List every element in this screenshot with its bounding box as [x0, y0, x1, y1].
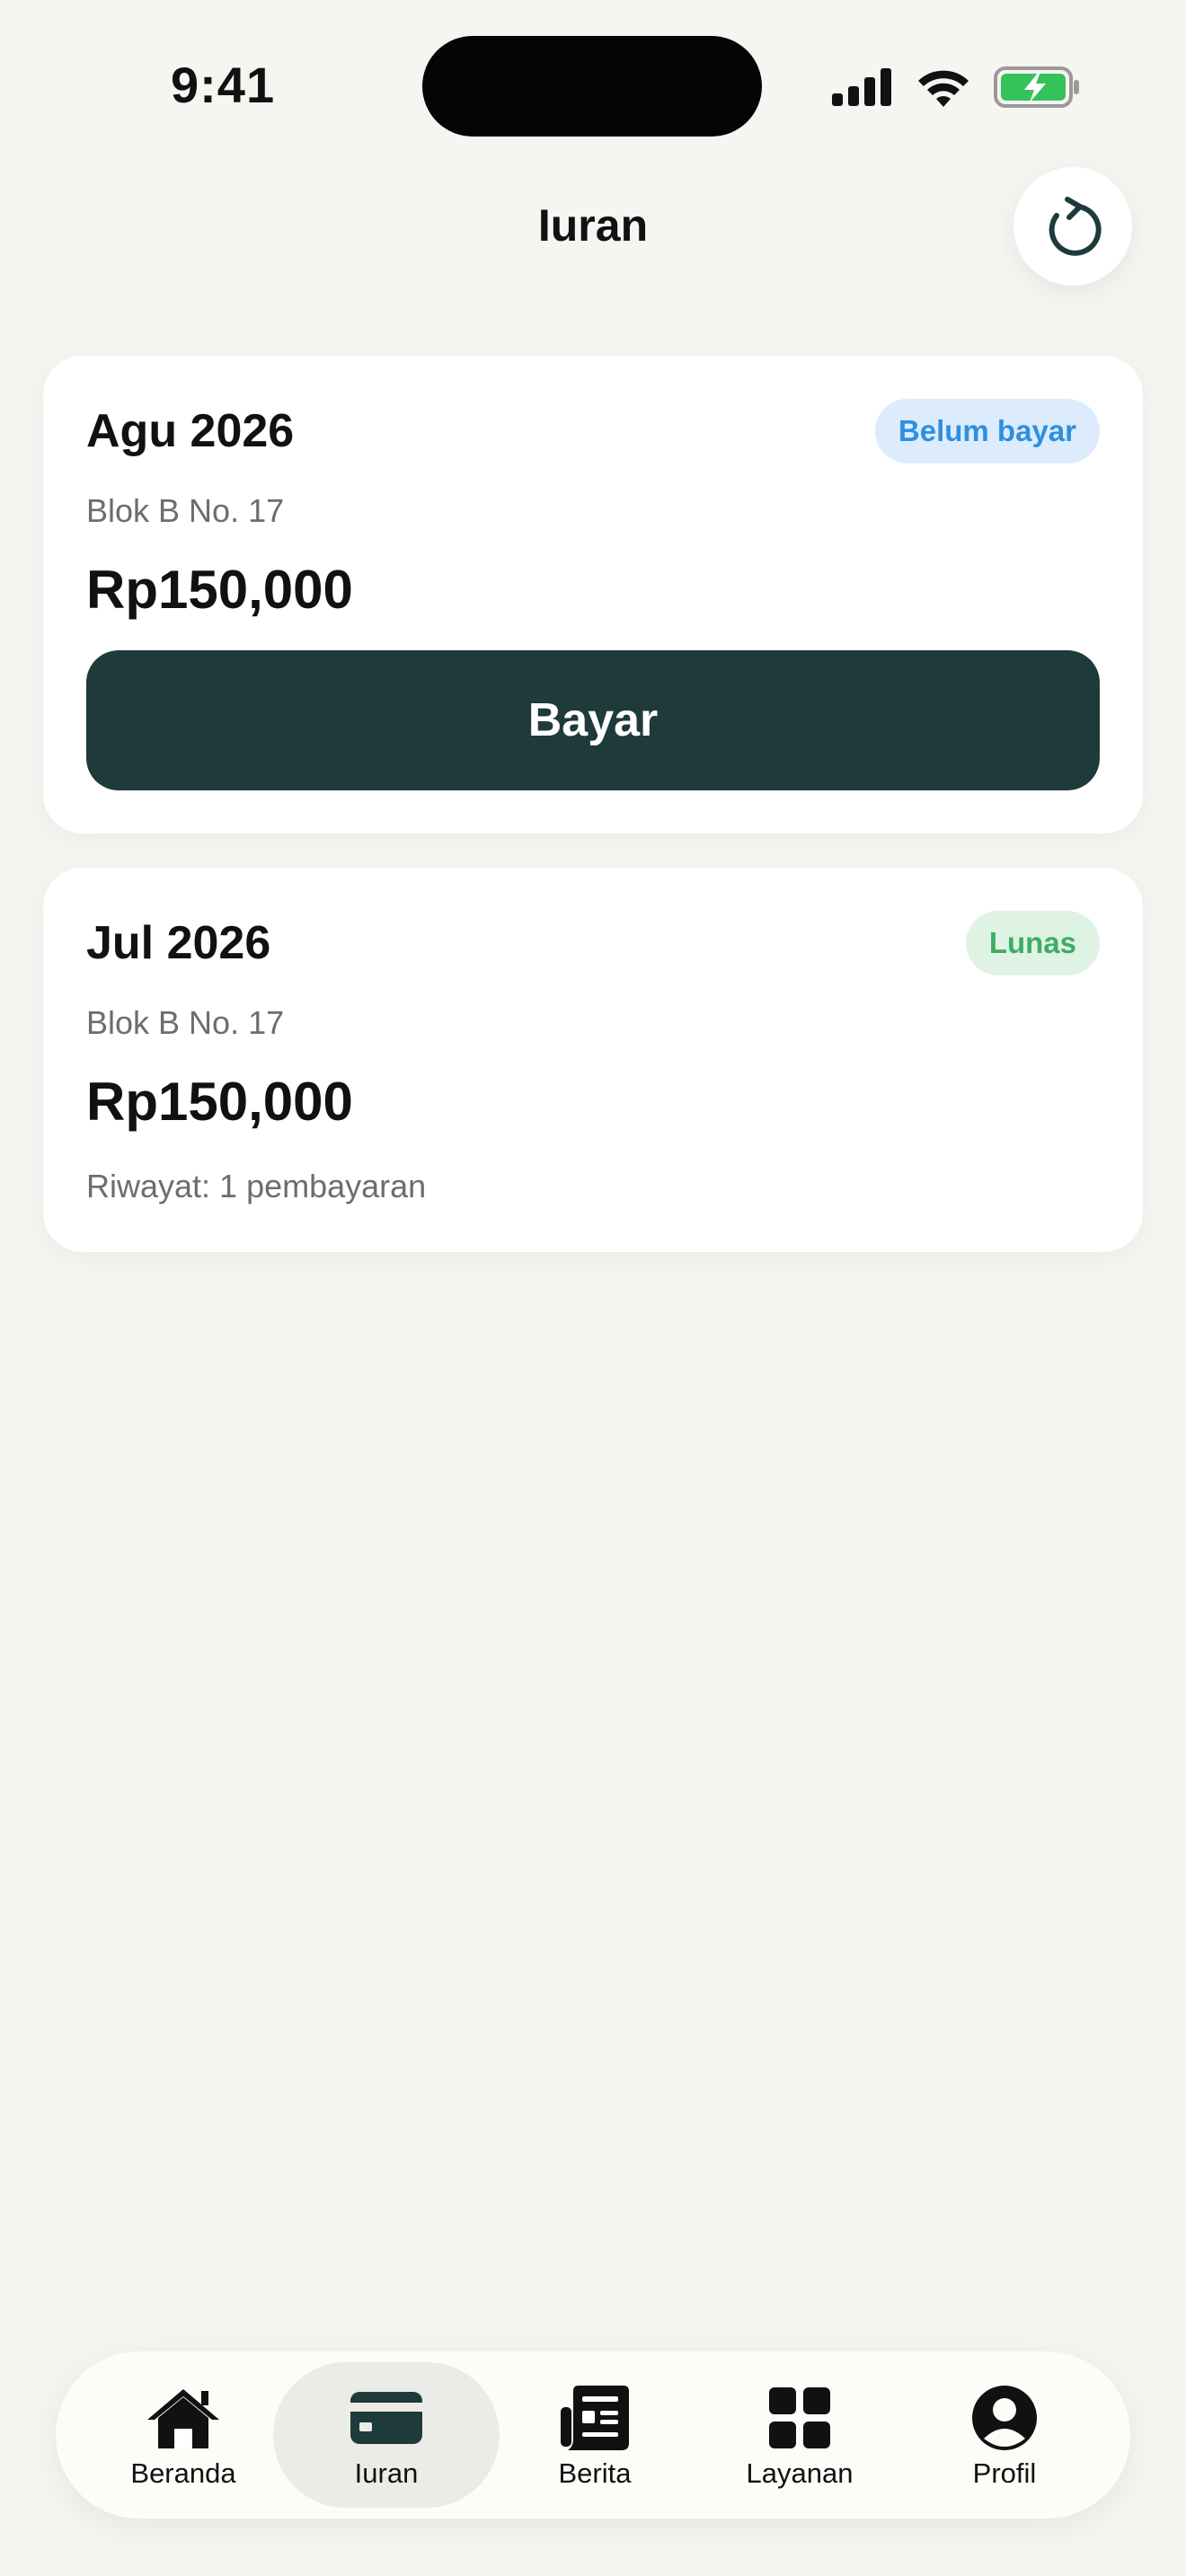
tab-iuran[interactable]: Iuran	[273, 2362, 500, 2508]
status-badge: Lunas	[965, 911, 1100, 975]
bill-card: Agu 2026 Belum bayar Blok B No. 17 Rp150…	[43, 356, 1143, 834]
refresh-icon	[1049, 197, 1102, 256]
bill-month: Agu 2026	[86, 405, 295, 457]
bill-amount: Rp150,000	[86, 560, 353, 620]
tab-label: Profil	[972, 2457, 1037, 2489]
dynamic-island	[422, 36, 762, 137]
bill-month: Jul 2026	[86, 917, 271, 969]
bill-card: Jul 2026 Lunas Blok B No. 17 Rp150,000 R…	[43, 868, 1143, 1252]
tab-label: Berita	[558, 2457, 632, 2489]
card-icon	[350, 2392, 422, 2444]
tab-label: Iuran	[354, 2457, 419, 2489]
profile-icon	[972, 2386, 1037, 2450]
cellular-signal-icon	[832, 68, 891, 106]
bill-address: Blok B No. 17	[86, 1004, 285, 1041]
status-icons	[832, 66, 1080, 108]
refresh-button[interactable]	[1013, 167, 1132, 286]
bill-amount: Rp150,000	[86, 1072, 353, 1132]
tab-profil[interactable]: Profil	[891, 2362, 1118, 2508]
tab-layanan[interactable]: Layanan	[686, 2362, 913, 2508]
tab-label: Beranda	[130, 2457, 236, 2489]
status-time: 9:41	[171, 57, 276, 113]
pay-button[interactable]: Bayar	[86, 650, 1100, 790]
grid-icon	[769, 2387, 830, 2448]
page-title: Iuran	[537, 200, 649, 251]
home-icon	[147, 2389, 219, 2448]
bill-address: Blok B No. 17	[86, 492, 285, 529]
payment-history: Riwayat: 1 pembayaran	[86, 1168, 427, 1204]
status-badge: Belum bayar	[874, 399, 1100, 463]
battery-charging-icon	[994, 66, 1079, 108]
tab-bar: Beranda Iuran Berita Layanan Profil	[56, 2351, 1130, 2519]
tab-berita[interactable]: Berita	[482, 2362, 708, 2508]
wifi-icon	[918, 70, 969, 107]
newspaper-icon	[561, 2386, 629, 2450]
tab-label: Layanan	[746, 2457, 854, 2489]
tab-beranda[interactable]: Beranda	[70, 2362, 296, 2508]
